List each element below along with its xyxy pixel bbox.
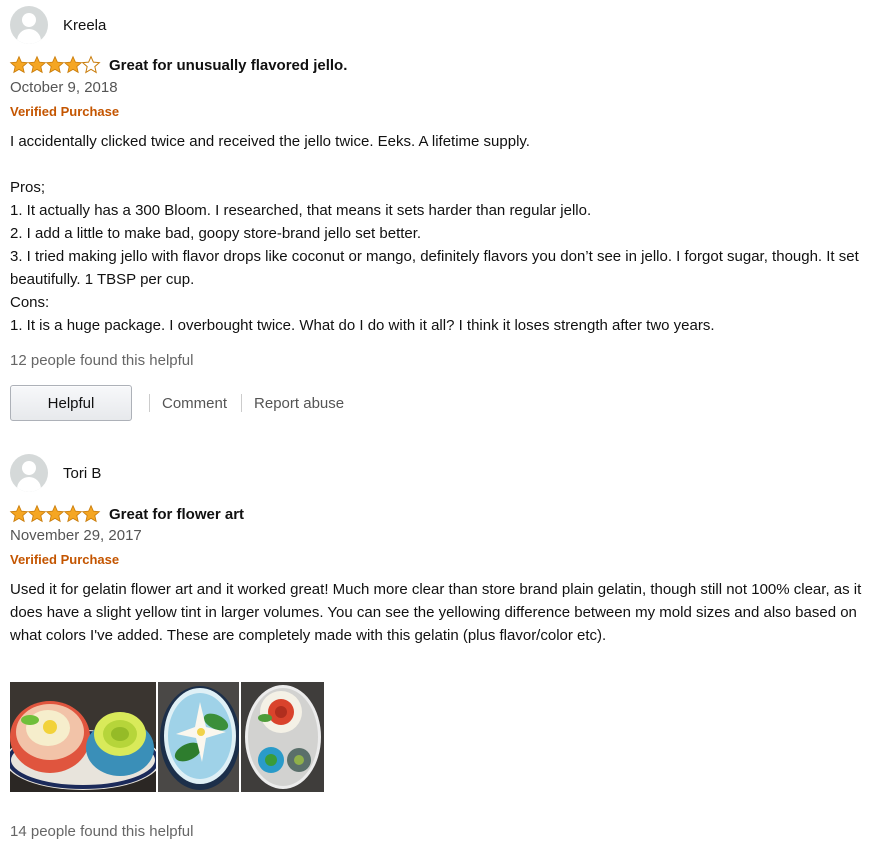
star-full-icon xyxy=(81,504,101,523)
review-text-line: Pros; xyxy=(10,179,46,196)
review-text-line: Cons: xyxy=(10,294,50,311)
star-full-icon xyxy=(9,55,29,74)
review-text-line: I accidentally clicked twice and receive… xyxy=(10,133,530,150)
review-image[interactable] xyxy=(158,682,239,792)
verified-purchase-badge: Verified Purchase xyxy=(10,552,120,567)
review-body: I accidentally clicked twice and receive… xyxy=(10,130,870,337)
star-full-icon xyxy=(63,55,83,74)
star-full-icon xyxy=(27,55,47,74)
star-full-icon xyxy=(45,55,65,74)
review-body: Used it for gelatin flower art and it wo… xyxy=(10,578,865,647)
review-actions: Helpful Comment Report abuse xyxy=(10,385,344,421)
star-rating[interactable] xyxy=(9,504,101,524)
reviewer-name[interactable]: Kreela xyxy=(63,17,106,34)
divider xyxy=(241,394,243,412)
divider xyxy=(149,394,150,412)
avatar[interactable] xyxy=(10,454,48,492)
helpful-button[interactable]: Helpful xyxy=(10,385,132,421)
helpful-count: 12 people found this helpful xyxy=(10,352,194,369)
star-full-icon xyxy=(9,504,29,523)
rating-row: Great for unusually flavored jello. xyxy=(9,55,347,75)
review-images xyxy=(10,682,326,792)
comment-link[interactable]: Comment xyxy=(162,395,227,412)
review-title[interactable]: Great for unusually flavored jello. xyxy=(109,57,347,74)
avatar[interactable] xyxy=(10,6,48,44)
star-empty-icon xyxy=(81,55,101,74)
rating-row: Great for flower art xyxy=(9,504,244,524)
reviewer-name[interactable]: Tori B xyxy=(63,465,101,482)
helpful-count: 14 people found this helpful xyxy=(10,823,194,840)
reviewer-profile[interactable]: Tori B xyxy=(10,453,101,493)
star-full-icon xyxy=(27,504,47,523)
review-date: November 29, 2017 xyxy=(10,527,142,544)
review-text-line: 1. It actually has a 300 Bloom. I resear… xyxy=(10,202,592,219)
star-rating[interactable] xyxy=(9,55,101,75)
star-full-icon xyxy=(63,504,83,523)
star-full-icon xyxy=(45,504,65,523)
review-title[interactable]: Great for flower art xyxy=(109,506,244,523)
review-text-line: 3. I tried making jello with flavor drop… xyxy=(10,248,859,288)
review-image[interactable] xyxy=(10,682,156,792)
reviewer-profile[interactable]: Kreela xyxy=(10,5,106,45)
report-abuse-link[interactable]: Report abuse xyxy=(254,395,344,412)
review-text: Used it for gelatin flower art and it wo… xyxy=(10,581,862,644)
verified-purchase-badge: Verified Purchase xyxy=(10,104,120,119)
review-image[interactable] xyxy=(241,682,324,792)
review-text-line: 2. I add a little to make bad, goopy sto… xyxy=(10,225,422,242)
review-text-line: 1. It is a huge package. I overbought tw… xyxy=(10,317,715,334)
review-date: October 9, 2018 xyxy=(10,79,118,96)
